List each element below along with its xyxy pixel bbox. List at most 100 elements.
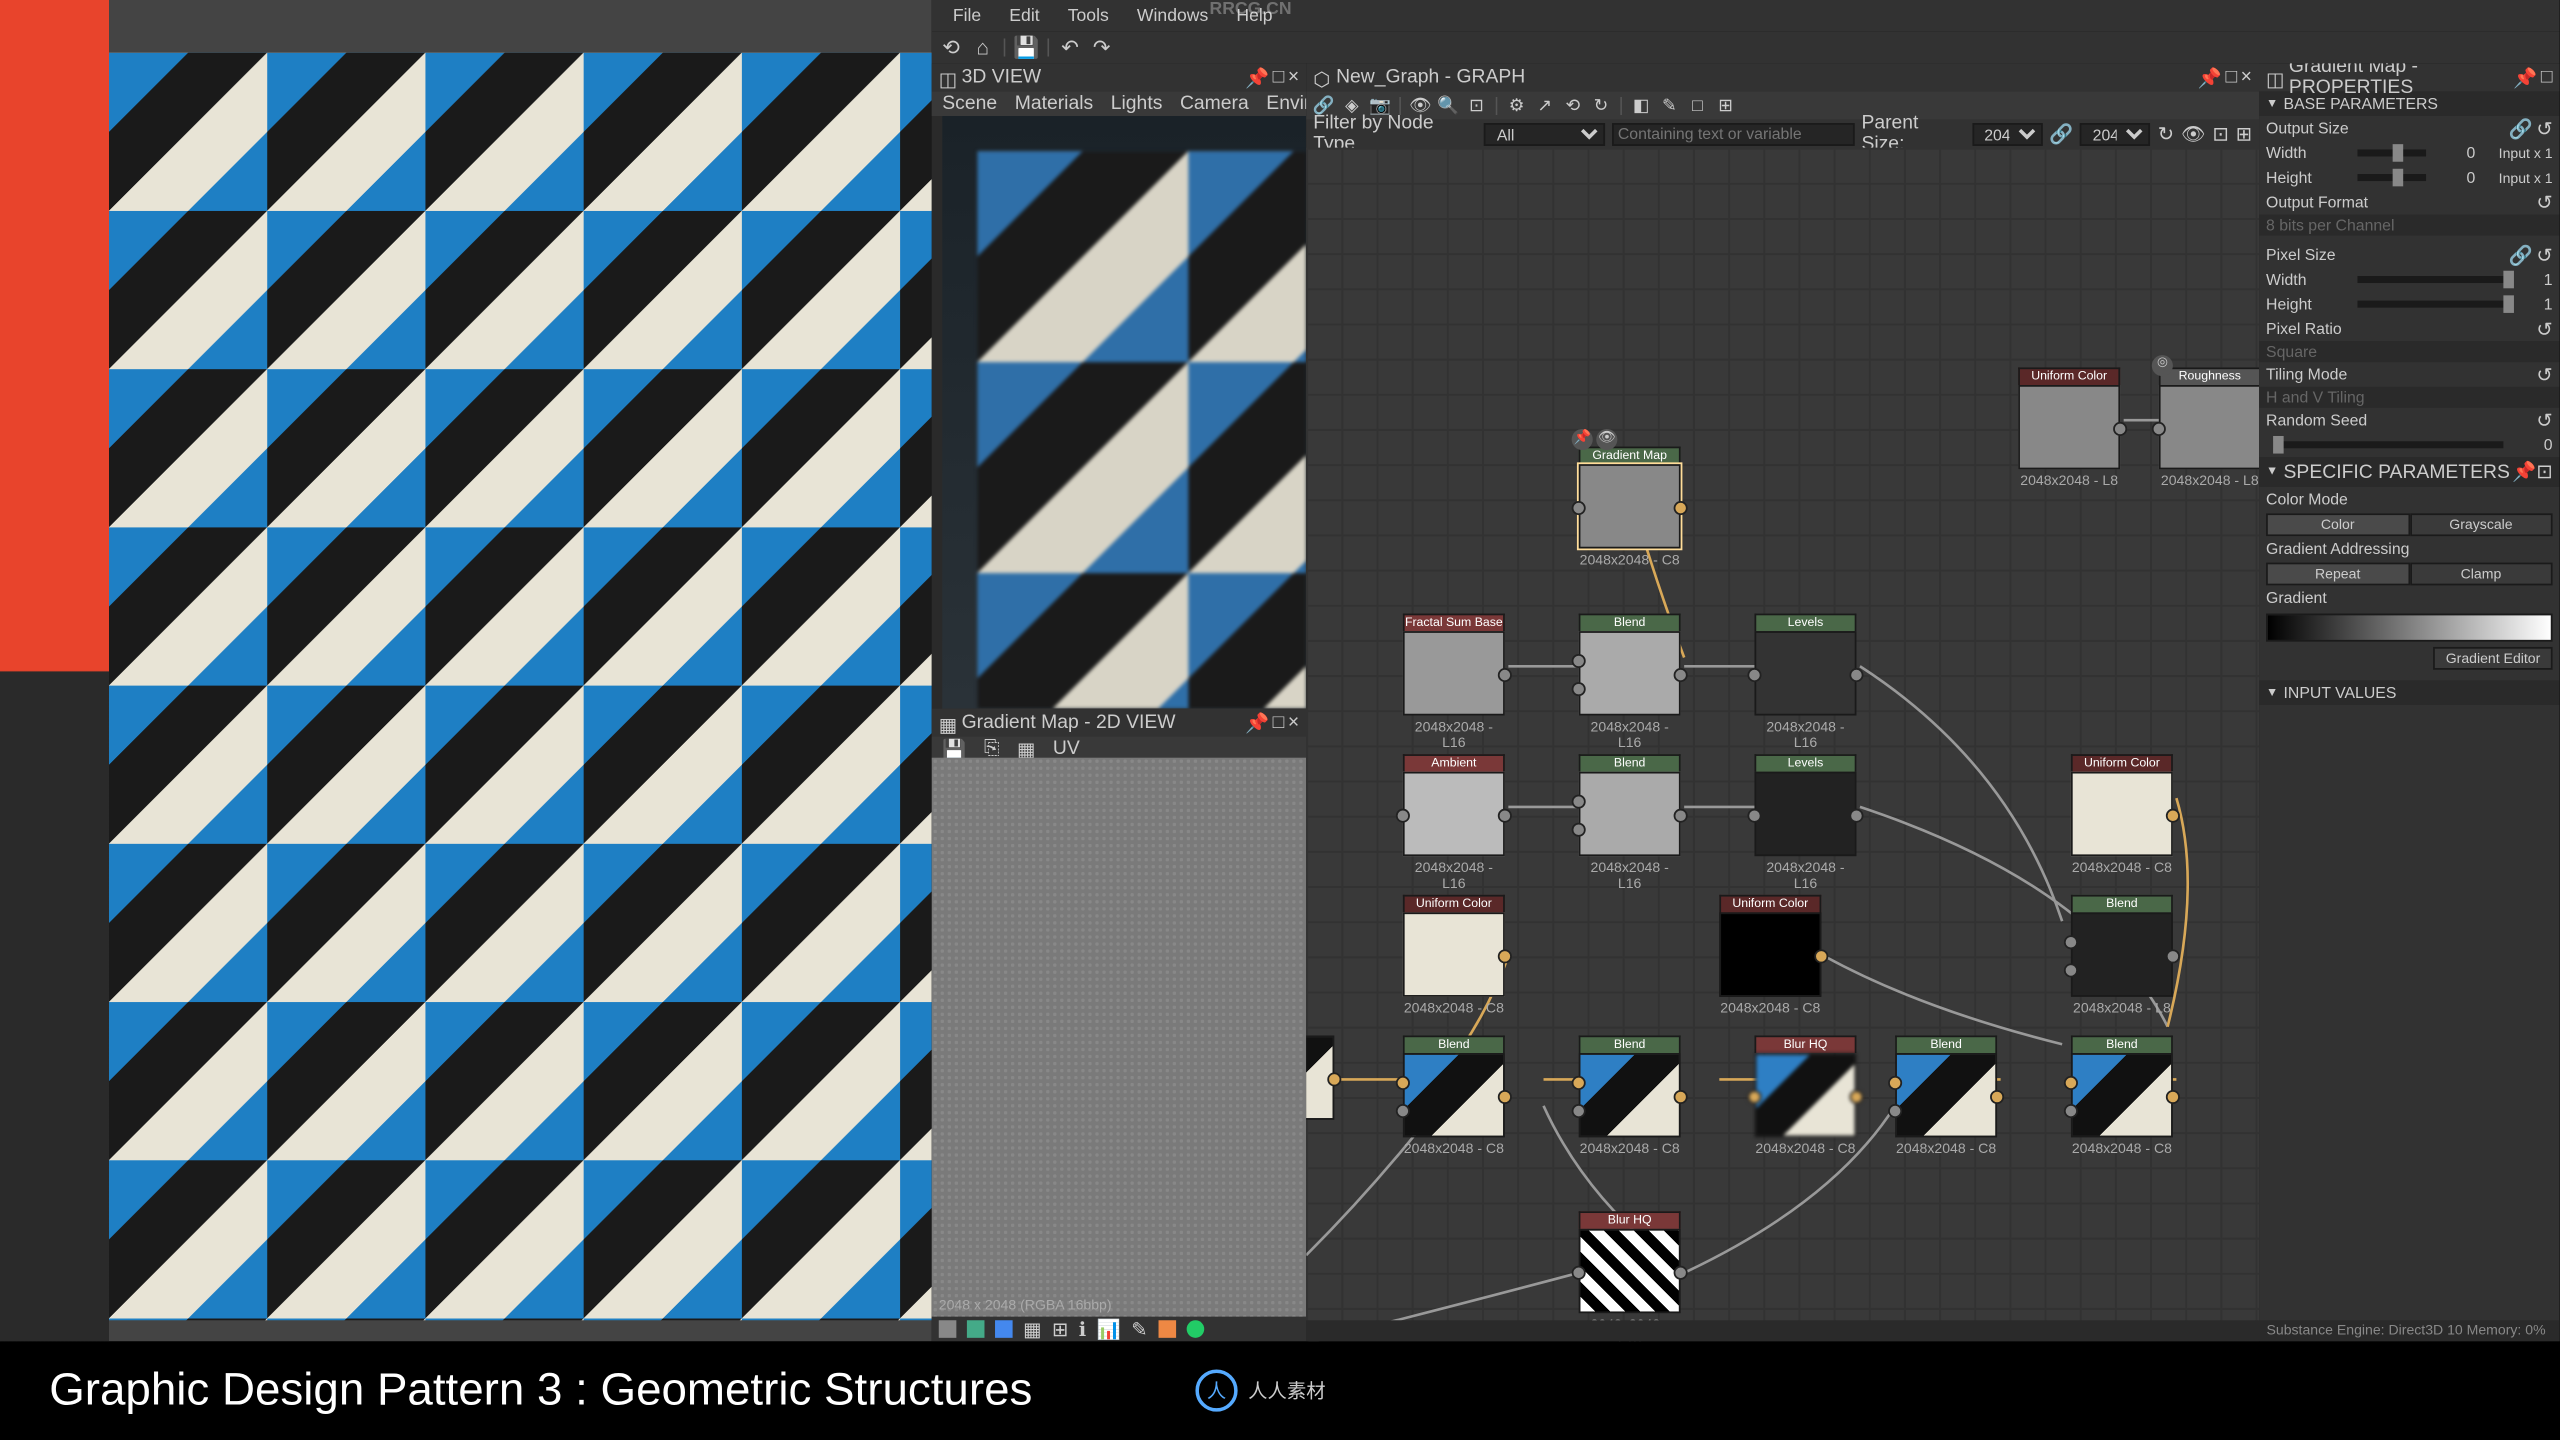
- back-icon[interactable]: ⟲: [939, 35, 964, 60]
- menu-windows[interactable]: Windows: [1123, 3, 1222, 29]
- menu-help[interactable]: Help: [1222, 3, 1286, 29]
- tab-camera[interactable]: Camera: [1180, 93, 1249, 114]
- swatch-blue[interactable]: [995, 1320, 1013, 1338]
- max-icon[interactable]: □: [2541, 66, 2553, 89]
- home-icon[interactable]: ⌂: [970, 35, 995, 60]
- opt-icon[interactable]: ⊡: [2213, 122, 2229, 145]
- undo-icon[interactable]: ↶: [1058, 35, 1083, 60]
- slider-height[interactable]: [2357, 174, 2426, 181]
- save-icon[interactable]: 💾: [1014, 35, 1039, 60]
- tool7-icon[interactable]: □: [1687, 95, 1708, 116]
- slider-width[interactable]: [2357, 149, 2426, 156]
- pin-icon[interactable]: 📌: [2513, 66, 2537, 89]
- tool5-icon[interactable]: ◧: [1631, 95, 1652, 116]
- node-blur-hq[interactable]: Blur HQ 2048x2048 - C8: [1754, 1035, 1856, 1156]
- redo-icon[interactable]: ↷: [1089, 35, 1114, 60]
- viewport-3d[interactable]: [942, 116, 1306, 708]
- lock-icon[interactable]: 🔗: [2509, 117, 2533, 140]
- node-blend[interactable]: Blend 2048x2048 - C8: [1895, 1035, 1997, 1156]
- node-roughness[interactable]: ◎ Roughness 2048x2048 - L8: [2159, 367, 2259, 488]
- node-ao[interactable]: Ambient Occlusi... 2048x2048 - L16: [1403, 754, 1505, 891]
- tool3-icon[interactable]: ⟲: [1562, 95, 1583, 116]
- opt2-icon[interactable]: ⊞: [2236, 122, 2252, 145]
- pin-icon[interactable]: 📌: [1245, 66, 1269, 89]
- node-blend[interactable]: Blend 2048x2048 - C8: [2071, 1035, 2173, 1156]
- reset-icon[interactable]: ↺: [2536, 117, 2552, 140]
- reset-icon[interactable]: ↺: [2536, 191, 2552, 214]
- slider-px-height[interactable]: [2357, 301, 2503, 308]
- btn-clamp[interactable]: Clamp: [2409, 562, 2552, 585]
- refresh-icon[interactable]: ↻: [2158, 122, 2174, 145]
- filter-type-select[interactable]: All: [1485, 122, 1606, 145]
- node-gradient-map[interactable]: 📌👁 Gradient Map 2048x2048 - C8: [1579, 447, 1681, 568]
- reset-icon[interactable]: ↺: [2536, 243, 2552, 266]
- tool2-icon[interactable]: ↗: [1534, 95, 1555, 116]
- node-blend[interactable]: Blend 2048x2048 - C8: [1579, 1035, 1681, 1156]
- section-specific[interactable]: SPECIFIC PARAMETERS📌⊡: [2259, 457, 2560, 487]
- close-icon[interactable]: ×: [1288, 66, 1299, 89]
- swatch-gray[interactable]: [939, 1320, 957, 1338]
- lock-icon[interactable]: 🔗: [2509, 243, 2533, 266]
- info-icon[interactable]: ℹ: [1079, 1318, 1086, 1341]
- btn-gradient-editor[interactable]: Gradient Editor: [2433, 646, 2552, 669]
- swatch-orange[interactable]: [1158, 1320, 1176, 1338]
- node-levels[interactable]: Levels 2048x2048 - L16: [1754, 614, 1856, 751]
- slider-px-width[interactable]: [2357, 276, 2503, 283]
- node-uniform-color[interactable]: Uniform Color 2048x2048 - C8: [1719, 895, 1821, 1016]
- gradient-bar[interactable]: [2266, 614, 2553, 642]
- swatch-green[interactable]: [967, 1320, 985, 1338]
- grid2-icon[interactable]: ⊞: [1052, 1318, 1068, 1341]
- pen-icon[interactable]: ✎: [1131, 1318, 1147, 1341]
- max-icon[interactable]: □: [2225, 66, 2237, 89]
- tab-scene[interactable]: Scene: [942, 93, 997, 114]
- node-fractal[interactable]: Fractal Sum Base 2048x2048 - L16: [1403, 614, 1505, 751]
- viewport-2d[interactable]: 2048 x 2048 (RGBA 16bbp): [932, 758, 1306, 1317]
- tool4-icon[interactable]: ↻: [1590, 95, 1611, 116]
- section-base[interactable]: BASE PARAMETERS: [2259, 91, 2560, 116]
- node-blend[interactable]: Blend 2048x2048 - L16: [1579, 754, 1681, 891]
- slider-seed[interactable]: [2273, 441, 2503, 448]
- pin-icon[interactable]: 📌: [1245, 711, 1269, 734]
- close-icon[interactable]: ×: [1288, 711, 1299, 734]
- btn-repeat[interactable]: Repeat: [2266, 562, 2409, 585]
- pin-icon[interactable]: 📌: [2198, 66, 2222, 89]
- node-uniform-color[interactable]: Uniform Color 2048x2048 - C8: [1403, 895, 1505, 1016]
- uv-label[interactable]: UV: [1053, 738, 1080, 759]
- tab-materials[interactable]: Materials: [1015, 93, 1093, 114]
- node-uniform-color[interactable]: Uniform Color 2048x2048 - C8: [2071, 754, 2173, 875]
- menu-tools[interactable]: Tools: [1054, 3, 1123, 29]
- node-partial[interactable]: - C8: [1306, 1035, 1334, 1139]
- reset-icon[interactable]: ↺: [2536, 363, 2552, 386]
- menu-file[interactable]: File: [939, 3, 995, 29]
- view-icon[interactable]: 👁: [2181, 122, 2206, 145]
- parent-size-1[interactable]: 2048: [1972, 122, 2042, 145]
- node-levels[interactable]: Levels 2048x2048 - L16: [1754, 754, 1856, 891]
- parent-size-2[interactable]: 2048: [2080, 122, 2150, 145]
- node-blend[interactable]: Blend 2048x2048 - L8: [2071, 895, 2173, 1016]
- menu-edit[interactable]: Edit: [995, 3, 1053, 29]
- reset-icon[interactable]: ↺: [2536, 317, 2552, 340]
- expand-icon[interactable]: ⊡: [2536, 461, 2552, 484]
- grid-icon[interactable]: ▦: [1023, 1318, 1041, 1341]
- tool6-icon[interactable]: ✎: [1659, 95, 1680, 116]
- reset-icon[interactable]: ↺: [2536, 409, 2552, 432]
- btn-color[interactable]: Color: [2266, 512, 2409, 535]
- node-pin-icon[interactable]: 📌: [1572, 429, 1593, 450]
- tab-lights[interactable]: Lights: [1111, 93, 1163, 114]
- node-view-icon[interactable]: 👁: [1596, 429, 1617, 450]
- max-icon[interactable]: □: [1273, 711, 1285, 734]
- swatch-circle[interactable]: [1186, 1320, 1204, 1338]
- filter-text-input[interactable]: [1613, 122, 1855, 145]
- pin-icon[interactable]: 📌: [2512, 461, 2536, 484]
- tool8-icon[interactable]: ⊞: [1715, 95, 1736, 116]
- graph-canvas[interactable]: 📌👁 Gradient Map 2048x2048 - C8 Fractal S…: [1306, 148, 2259, 1342]
- max-icon[interactable]: □: [1273, 66, 1285, 89]
- section-inputs[interactable]: INPUT VALUES: [2259, 680, 2560, 705]
- btn-grayscale[interactable]: Grayscale: [2409, 512, 2552, 535]
- link2-icon[interactable]: 🔗: [2049, 122, 2073, 145]
- tool1-icon[interactable]: ⚙: [1506, 95, 1527, 116]
- node-uniform-color[interactable]: Uniform Color 2048x2048 - L8: [2018, 367, 2120, 488]
- node-blend[interactable]: Blend 2048x2048 - L16: [1579, 614, 1681, 751]
- close-icon[interactable]: ×: [2241, 66, 2252, 89]
- node-blend[interactable]: Blend 2048x2048 - C8: [1403, 1035, 1505, 1156]
